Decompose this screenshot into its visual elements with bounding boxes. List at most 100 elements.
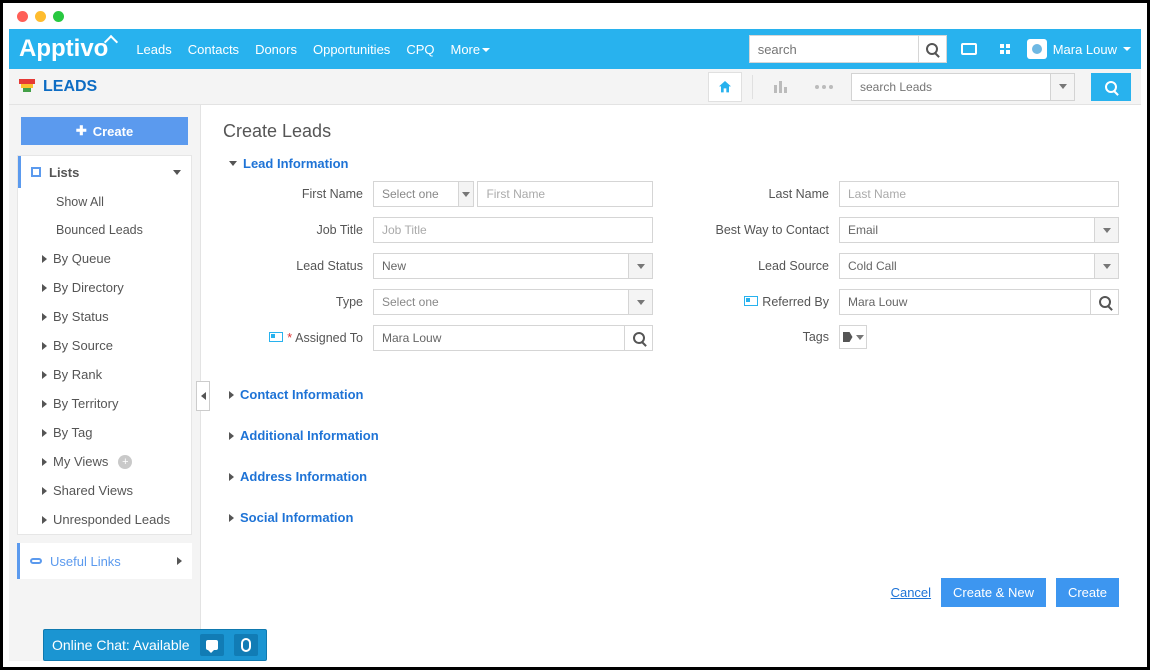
apps-icon[interactable]: [991, 35, 1019, 63]
chat-label: Online Chat: Available: [52, 637, 190, 653]
type-dropdown-button[interactable]: [629, 289, 653, 315]
chevron-right-icon: [229, 391, 234, 399]
lead-source-select[interactable]: Cold Call: [839, 253, 1095, 279]
lead-status-select[interactable]: New: [373, 253, 629, 279]
card-icon: [744, 296, 758, 306]
tags-button[interactable]: [839, 325, 867, 349]
sidebar-item-by-tag[interactable]: By Tag: [18, 418, 191, 447]
grid-icon: [31, 167, 41, 177]
last-name-input[interactable]: [839, 181, 1119, 207]
module-search-button[interactable]: [1091, 73, 1131, 101]
sidebar-item-by-territory[interactable]: By Territory: [18, 389, 191, 418]
close-window-icon[interactable]: [17, 11, 28, 22]
sidebar-item-unresponded[interactable]: Unresponded Leads: [18, 505, 191, 534]
more-actions-icon[interactable]: [807, 72, 841, 102]
create-submit-button[interactable]: Create: [1056, 578, 1119, 607]
user-menu[interactable]: Mara Louw: [1027, 39, 1131, 59]
nav-contacts[interactable]: Contacts: [188, 42, 239, 57]
lead-status-label: Lead Status: [223, 259, 373, 273]
store-icon[interactable]: [955, 35, 983, 63]
global-search-button[interactable]: [919, 35, 947, 63]
chevron-down-icon: [1103, 264, 1111, 269]
lead-status-dropdown-button[interactable]: [629, 253, 653, 279]
best-way-dropdown-button[interactable]: [1095, 217, 1119, 243]
search-icon: [1105, 81, 1117, 93]
sidebar-item-bounced-leads[interactable]: Bounced Leads: [18, 216, 191, 244]
search-icon: [633, 332, 645, 344]
sidebar-item-by-status[interactable]: By Status: [18, 302, 191, 331]
referred-by-lookup-button[interactable]: [1091, 289, 1119, 315]
best-way-label: Best Way to Contact: [689, 223, 839, 237]
module-search-dropdown[interactable]: [1051, 73, 1075, 101]
sidebar-useful-links[interactable]: Useful Links: [17, 543, 192, 579]
section-lead-information[interactable]: Lead Information: [229, 156, 1119, 171]
salutation-select[interactable]: Select one: [373, 181, 459, 207]
chevron-down-icon: [173, 170, 181, 175]
sidebar: ✚ Create Lists Show All Bounced Leads By…: [9, 105, 201, 661]
charts-icon[interactable]: [763, 72, 797, 102]
nav-donors[interactable]: Donors: [255, 42, 297, 57]
tags-label: Tags: [689, 330, 839, 344]
avatar-icon: [1027, 39, 1047, 59]
module-bar: LEADS: [9, 69, 1141, 105]
window-controls: [17, 11, 64, 22]
chevron-down-icon: [1059, 84, 1067, 89]
sidebar-lists-header[interactable]: Lists: [18, 156, 191, 188]
type-select[interactable]: Select one: [373, 289, 629, 315]
first-name-input[interactable]: [477, 181, 653, 207]
maximize-window-icon[interactable]: [53, 11, 64, 22]
add-view-icon[interactable]: +: [118, 455, 132, 469]
funnel-icon: [19, 79, 35, 95]
plus-icon: ✚: [76, 123, 87, 139]
sidebar-item-by-source[interactable]: By Source: [18, 331, 191, 360]
module-search-input[interactable]: [851, 73, 1051, 101]
section-contact-information[interactable]: Contact Information: [229, 387, 1119, 402]
last-name-label: Last Name: [689, 187, 839, 201]
job-title-label: Job Title: [223, 223, 373, 237]
chat-bubble-icon[interactable]: [200, 634, 224, 656]
create-button[interactable]: ✚ Create: [21, 117, 188, 145]
assigned-to-field[interactable]: Mara Louw: [373, 325, 625, 351]
sidebar-item-by-queue[interactable]: By Queue: [18, 244, 191, 273]
section-additional-information[interactable]: Additional Information: [229, 428, 1119, 443]
cancel-link[interactable]: Cancel: [891, 585, 931, 600]
phone-icon[interactable]: [234, 634, 258, 656]
nav-leads[interactable]: Leads: [136, 42, 171, 57]
sidebar-item-shared-views[interactable]: Shared Views: [18, 476, 191, 505]
nav-opportunities[interactable]: Opportunities: [313, 42, 390, 57]
assigned-to-lookup-button[interactable]: [625, 325, 653, 351]
link-icon: [30, 558, 42, 564]
best-way-select[interactable]: Email: [839, 217, 1095, 243]
tag-icon: [843, 332, 853, 342]
sidebar-item-show-all[interactable]: Show All: [18, 188, 191, 216]
chevron-down-icon: [637, 264, 645, 269]
first-name-label: First Name: [223, 187, 373, 201]
referred-by-field[interactable]: Mara Louw: [839, 289, 1091, 315]
nav-more[interactable]: More: [450, 42, 490, 57]
chevron-down-icon: [856, 335, 864, 340]
chevron-right-icon: [229, 473, 234, 481]
section-social-information[interactable]: Social Information: [229, 510, 1119, 525]
nav-cpq[interactable]: CPQ: [406, 42, 434, 57]
global-search-input[interactable]: [749, 35, 919, 63]
module-title: LEADS: [43, 78, 97, 96]
create-and-new-button[interactable]: Create & New: [941, 578, 1046, 607]
assigned-to-label: *Assigned To: [223, 331, 373, 345]
chevron-right-icon: [229, 514, 234, 522]
lead-source-dropdown-button[interactable]: [1095, 253, 1119, 279]
top-navbar: Apptivo Leads Contacts Donors Opportunit…: [9, 29, 1141, 69]
home-icon[interactable]: [708, 72, 742, 102]
minimize-window-icon[interactable]: [35, 11, 46, 22]
chevron-down-icon: [637, 300, 645, 305]
sidebar-item-by-directory[interactable]: By Directory: [18, 273, 191, 302]
salutation-dropdown-button[interactable]: [459, 181, 474, 207]
section-address-information[interactable]: Address Information: [229, 469, 1119, 484]
sidebar-item-by-rank[interactable]: By Rank: [18, 360, 191, 389]
chat-widget[interactable]: Online Chat: Available: [43, 629, 267, 661]
search-icon: [1099, 296, 1111, 308]
job-title-input[interactable]: [373, 217, 653, 243]
sidebar-item-my-views[interactable]: My Views+: [18, 447, 191, 476]
chevron-down-icon: [1123, 47, 1131, 51]
brand-logo[interactable]: Apptivo: [19, 35, 116, 63]
card-icon: [269, 332, 283, 342]
